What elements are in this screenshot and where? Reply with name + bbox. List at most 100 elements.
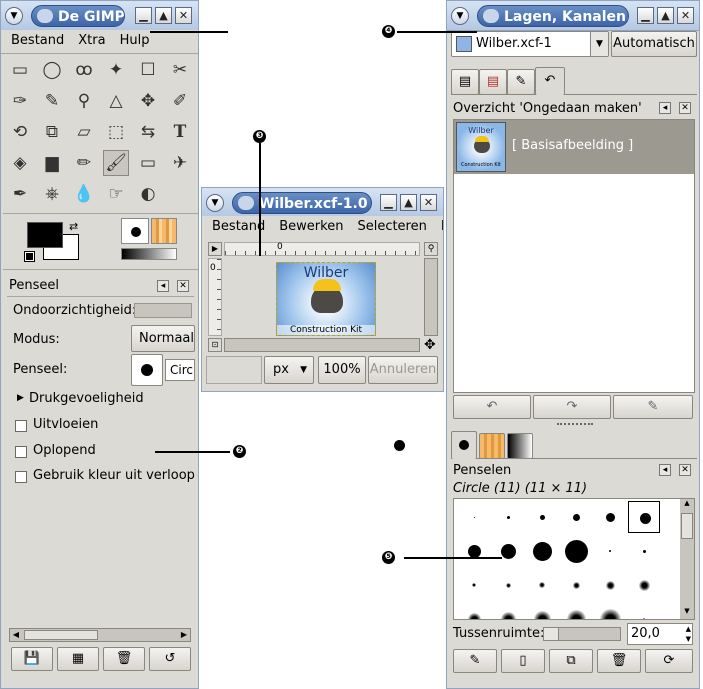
canvas-vscroll[interactable]	[424, 258, 438, 336]
active-pattern-preview[interactable]	[151, 218, 177, 244]
brush-cell[interactable]	[526, 501, 558, 533]
zoom-icon[interactable]: ⚲	[71, 88, 97, 114]
scroll-right-icon[interactable]: ▶	[178, 629, 190, 641]
delete-brush-button[interactable]: 🗑	[597, 649, 641, 673]
undo-button[interactable]: ↶	[453, 395, 531, 419]
zoom-fit-icon[interactable]: ⚲	[424, 242, 438, 256]
undo-close-tab-icon[interactable]: ✕	[679, 102, 691, 114]
vertical-ruler[interactable]: 0	[208, 258, 222, 336]
auto-button[interactable]: Automatisch	[611, 31, 697, 57]
color-picker-icon[interactable]: ✎	[39, 88, 65, 114]
menu-hulp[interactable]: Hulp	[120, 30, 150, 52]
brushes-tab-menu-icon[interactable]: ◂	[659, 464, 671, 476]
tool-options-hscroll[interactable]: ◀ ▶	[9, 628, 191, 642]
redo-button[interactable]: ↷	[533, 395, 611, 419]
perspective-icon[interactable]: ⬚	[103, 119, 129, 145]
airbrush-icon[interactable]: ✈	[167, 150, 193, 176]
brush-cell[interactable]	[560, 501, 592, 533]
scissors-icon[interactable]: ✂	[167, 57, 193, 83]
brushes-close-tab-icon[interactable]: ✕	[679, 464, 691, 476]
color-select-icon[interactable]: ☐	[135, 57, 161, 83]
maximize-button[interactable]: ▲	[155, 7, 172, 24]
brush-pattern-gradient[interactable]	[121, 218, 179, 262]
blur-icon[interactable]: 💧	[71, 181, 97, 207]
shear-icon[interactable]: ▱	[71, 119, 97, 145]
ellipse-select-icon[interactable]: ◯	[39, 57, 65, 83]
blend-icon[interactable]: ▆	[39, 150, 65, 176]
crop-icon[interactable]: ✐	[167, 88, 193, 114]
gradient-checkbox[interactable]	[15, 471, 27, 483]
flip-icon[interactable]: ⇆	[135, 119, 161, 145]
active-brush-preview[interactable]	[121, 218, 149, 244]
lasso-icon[interactable]: ꝏ	[71, 57, 97, 83]
refresh-brushes-button[interactable]: ⟳	[645, 649, 693, 673]
scroll-down-icon[interactable]: ▼	[680, 607, 694, 619]
bucket-fill-icon[interactable]: ◈	[7, 150, 33, 176]
tab-undo-history[interactable]: ↶	[535, 67, 565, 95]
pencil-icon[interactable]: ✏	[71, 150, 97, 176]
menu-beeld[interactable]: B	[441, 216, 443, 238]
expander-arrow-icon[interactable]: ▶	[17, 393, 24, 403]
restore-options-button[interactable]: ▦	[57, 647, 99, 671]
clear-history-button[interactable]: ✎	[613, 395, 693, 419]
text-icon[interactable]: T	[167, 119, 193, 145]
image-canvas[interactable]: Wilber Construction Kit	[276, 262, 376, 336]
pressure-expander[interactable]: Drukgevoeligheid	[29, 391, 144, 406]
brush-scroll-thumb[interactable]	[681, 513, 693, 539]
ink-icon[interactable]: ✒	[7, 181, 33, 207]
fg-bg-colors[interactable]: ⇄	[24, 220, 85, 262]
spacing-spinbutton[interactable]: 20,0 ▲ ▼	[627, 623, 693, 645]
scroll-thumb[interactable]	[24, 630, 98, 640]
swap-colors-icon[interactable]: ⇄	[69, 220, 78, 233]
duplicate-brush-button[interactable]: ⧉	[549, 649, 593, 673]
move-icon[interactable]: ✥	[135, 88, 161, 114]
measure-icon[interactable]: △	[103, 88, 129, 114]
save-options-button[interactable]: 💾	[11, 647, 53, 671]
scale-icon[interactable]: ⧉	[39, 119, 65, 145]
tab-patterns[interactable]	[479, 433, 505, 459]
paths-icon[interactable]: ✑	[7, 88, 33, 114]
dock-minimize-button[interactable]: ▁	[637, 7, 654, 24]
mode-select[interactable]: Normaal	[131, 325, 195, 352]
image-window-menu-button[interactable]: ▼	[206, 194, 224, 212]
quick-mask-icon[interactable]: ▶	[208, 242, 222, 256]
brush-cell[interactable]	[458, 535, 490, 567]
navigation-cross-icon[interactable]: ✥	[424, 337, 436, 353]
brush-cell[interactable]	[526, 603, 558, 619]
tab-layers[interactable]: ▤	[451, 69, 479, 95]
delete-options-button[interactable]: 🗑	[103, 647, 145, 671]
reset-options-button[interactable]: ↺	[149, 647, 191, 671]
dock-maximize-button[interactable]: ▲	[657, 7, 674, 24]
brush-cell[interactable]	[628, 569, 660, 601]
dock-titlebar[interactable]: ▼ Lagen, Kanalen, ▁ ▲ ✕	[447, 1, 699, 31]
eraser-icon[interactable]: ▭	[135, 150, 161, 176]
magic-wand-icon[interactable]: ✦	[103, 57, 129, 83]
tab-brushes[interactable]	[451, 431, 477, 459]
incremental-checkbox[interactable]	[15, 446, 27, 458]
edit-brush-button[interactable]: ✎	[453, 649, 497, 673]
menu-bestand[interactable]: Bestand	[11, 30, 64, 52]
image-selector[interactable]: Wilber.xcf-1 ▼	[451, 31, 609, 57]
brush-cell[interactable]	[594, 569, 626, 601]
menu-selecteren[interactable]: Selecteren	[357, 216, 426, 238]
unit-select[interactable]: px ▼	[264, 356, 314, 384]
brush-cell[interactable]	[628, 603, 660, 619]
brush-cell[interactable]	[458, 603, 490, 619]
toolbox-titlebar[interactable]: ▼ De GIMP ▁ ▲ ✕	[1, 1, 198, 31]
rect-select-icon[interactable]: ▭	[7, 57, 33, 83]
undo-tab-menu-icon[interactable]: ◂	[659, 102, 671, 114]
close-button[interactable]: ✕	[175, 7, 192, 24]
spacing-slider[interactable]	[543, 627, 621, 641]
opacity-slider[interactable]	[134, 303, 192, 318]
image-close-button[interactable]: ✕	[420, 194, 437, 211]
brush-cell[interactable]	[560, 535, 592, 567]
tab-paths[interactable]: ✎	[507, 69, 535, 95]
brush-cell[interactable]	[458, 501, 490, 533]
horizontal-ruler[interactable]: 0	[224, 242, 420, 256]
brush-select-button[interactable]	[131, 354, 163, 386]
fade-checkbox[interactable]	[15, 420, 27, 432]
paintbrush-icon[interactable]: 🖌	[103, 150, 129, 176]
cancel-button[interactable]: Annuleren	[368, 356, 438, 384]
scroll-up-icon[interactable]: ▲	[680, 499, 694, 511]
tab-gradients[interactable]	[507, 433, 533, 459]
